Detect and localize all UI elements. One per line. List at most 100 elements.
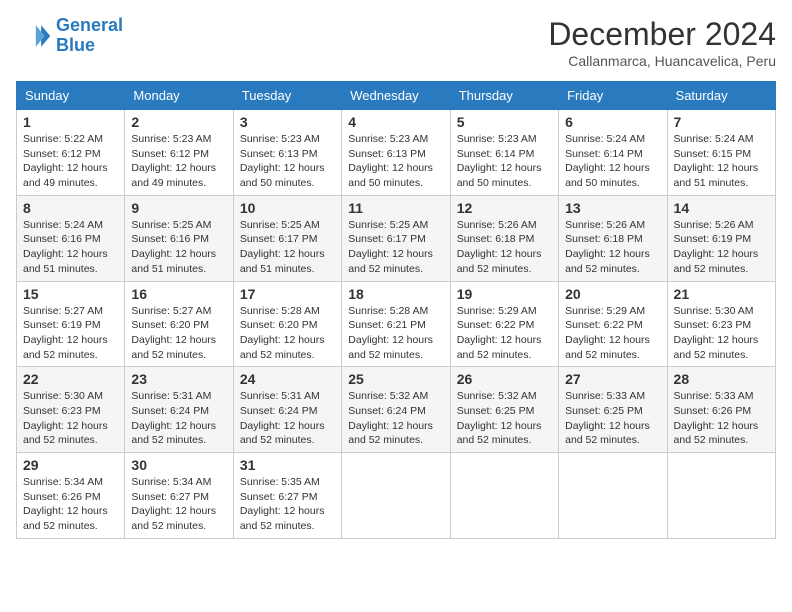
- day-info: Sunrise: 5:23 AM Sunset: 6:12 PM Dayligh…: [131, 132, 226, 191]
- day-info: Sunrise: 5:29 AM Sunset: 6:22 PM Dayligh…: [565, 304, 660, 363]
- day-info: Sunrise: 5:33 AM Sunset: 6:26 PM Dayligh…: [674, 389, 769, 448]
- calendar-cell: 14 Sunrise: 5:26 AM Sunset: 6:19 PM Dayli…: [667, 195, 775, 281]
- calendar-cell: 4 Sunrise: 5:23 AM Sunset: 6:13 PM Daylig…: [342, 110, 450, 196]
- day-info: Sunrise: 5:32 AM Sunset: 6:24 PM Dayligh…: [348, 389, 443, 448]
- calendar-cell: 25 Sunrise: 5:32 AM Sunset: 6:24 PM Dayli…: [342, 367, 450, 453]
- weekday-header: Saturday: [667, 82, 775, 110]
- day-info: Sunrise: 5:31 AM Sunset: 6:24 PM Dayligh…: [240, 389, 335, 448]
- calendar-cell: 26 Sunrise: 5:32 AM Sunset: 6:25 PM Dayli…: [450, 367, 558, 453]
- calendar-cell: 2 Sunrise: 5:23 AM Sunset: 6:12 PM Daylig…: [125, 110, 233, 196]
- day-number: 14: [674, 200, 769, 216]
- calendar-cell: [667, 453, 775, 539]
- calendar-cell: 8Sunrise: 5:24 AM Sunset: 6:16 PM Daylig…: [17, 195, 125, 281]
- calendar-cell: 27 Sunrise: 5:33 AM Sunset: 6:25 PM Dayli…: [559, 367, 667, 453]
- day-number: 12: [457, 200, 552, 216]
- logo-line1: General: [56, 15, 123, 35]
- day-number: 19: [457, 286, 552, 302]
- day-number: 4: [348, 114, 443, 130]
- day-number: 28: [674, 371, 769, 387]
- day-info: Sunrise: 5:26 AM Sunset: 6:18 PM Dayligh…: [457, 218, 552, 277]
- weekday-header: Sunday: [17, 82, 125, 110]
- calendar-week-row: 8Sunrise: 5:24 AM Sunset: 6:16 PM Daylig…: [17, 195, 776, 281]
- day-number: 23: [131, 371, 226, 387]
- title-block: December 2024 Callanmarca, Huancavelica,…: [548, 16, 776, 69]
- calendar-cell: 21 Sunrise: 5:30 AM Sunset: 6:23 PM Dayli…: [667, 281, 775, 367]
- calendar-cell: [559, 453, 667, 539]
- day-info: Sunrise: 5:25 AM Sunset: 6:16 PM Dayligh…: [131, 218, 226, 277]
- day-number: 2: [131, 114, 226, 130]
- calendar-cell: 13 Sunrise: 5:26 AM Sunset: 6:18 PM Dayli…: [559, 195, 667, 281]
- location: Callanmarca, Huancavelica, Peru: [548, 53, 776, 69]
- calendar-cell: 22 Sunrise: 5:30 AM Sunset: 6:23 PM Dayli…: [17, 367, 125, 453]
- day-number: 5: [457, 114, 552, 130]
- weekday-header: Thursday: [450, 82, 558, 110]
- calendar-cell: 6 Sunrise: 5:24 AM Sunset: 6:14 PM Daylig…: [559, 110, 667, 196]
- day-number: 16: [131, 286, 226, 302]
- calendar-cell: [342, 453, 450, 539]
- day-info: Sunrise: 5:25 AM Sunset: 6:17 PM Dayligh…: [240, 218, 335, 277]
- logo-line2: Blue: [56, 35, 95, 55]
- day-info: Sunrise: 5:30 AM Sunset: 6:23 PM Dayligh…: [23, 389, 118, 448]
- logo-icon: [16, 18, 52, 54]
- calendar-cell: 19 Sunrise: 5:29 AM Sunset: 6:22 PM Dayli…: [450, 281, 558, 367]
- calendar-table: SundayMondayTuesdayWednesdayThursdayFrid…: [16, 81, 776, 539]
- day-info: Sunrise: 5:24 AM Sunset: 6:14 PM Dayligh…: [565, 132, 660, 191]
- day-info: Sunrise: 5:23 AM Sunset: 6:14 PM Dayligh…: [457, 132, 552, 191]
- calendar-week-row: 22 Sunrise: 5:30 AM Sunset: 6:23 PM Dayli…: [17, 367, 776, 453]
- calendar-cell: 20Sunrise: 5:29 AM Sunset: 6:22 PM Dayli…: [559, 281, 667, 367]
- day-number: 27: [565, 371, 660, 387]
- day-info: Sunrise: 5:23 AM Sunset: 6:13 PM Dayligh…: [348, 132, 443, 191]
- day-info: Sunrise: 5:30 AM Sunset: 6:23 PM Dayligh…: [674, 304, 769, 363]
- calendar-cell: 15Sunrise: 5:27 AM Sunset: 6:19 PM Dayli…: [17, 281, 125, 367]
- calendar-cell: 7Sunrise: 5:24 AM Sunset: 6:15 PM Daylig…: [667, 110, 775, 196]
- day-number: 25: [348, 371, 443, 387]
- day-info: Sunrise: 5:33 AM Sunset: 6:25 PM Dayligh…: [565, 389, 660, 448]
- day-info: Sunrise: 5:26 AM Sunset: 6:18 PM Dayligh…: [565, 218, 660, 277]
- calendar-cell: 12 Sunrise: 5:26 AM Sunset: 6:18 PM Dayli…: [450, 195, 558, 281]
- calendar-cell: 3 Sunrise: 5:23 AM Sunset: 6:13 PM Daylig…: [233, 110, 341, 196]
- day-info: Sunrise: 5:29 AM Sunset: 6:22 PM Dayligh…: [457, 304, 552, 363]
- day-info: Sunrise: 5:28 AM Sunset: 6:21 PM Dayligh…: [348, 304, 443, 363]
- day-number: 15: [23, 286, 118, 302]
- day-number: 24: [240, 371, 335, 387]
- weekday-header: Wednesday: [342, 82, 450, 110]
- weekday-row: SundayMondayTuesdayWednesdayThursdayFrid…: [17, 82, 776, 110]
- calendar-cell: 5 Sunrise: 5:23 AM Sunset: 6:14 PM Daylig…: [450, 110, 558, 196]
- day-info: Sunrise: 5:26 AM Sunset: 6:19 PM Dayligh…: [674, 218, 769, 277]
- calendar-cell: 1 Sunrise: 5:22 AM Sunset: 6:12 PM Daylig…: [17, 110, 125, 196]
- day-number: 17: [240, 286, 335, 302]
- day-info: Sunrise: 5:34 AM Sunset: 6:26 PM Dayligh…: [23, 475, 118, 534]
- day-number: 22: [23, 371, 118, 387]
- day-number: 1: [23, 114, 118, 130]
- day-number: 11: [348, 200, 443, 216]
- month-title: December 2024: [548, 16, 776, 53]
- calendar-cell: 18Sunrise: 5:28 AM Sunset: 6:21 PM Dayli…: [342, 281, 450, 367]
- page-container: General Blue December 2024 Callanmarca, …: [16, 16, 776, 539]
- day-number: 30: [131, 457, 226, 473]
- calendar-cell: 28 Sunrise: 5:33 AM Sunset: 6:26 PM Dayli…: [667, 367, 775, 453]
- day-info: Sunrise: 5:34 AM Sunset: 6:27 PM Dayligh…: [131, 475, 226, 534]
- calendar-week-row: 29Sunrise: 5:34 AM Sunset: 6:26 PM Dayli…: [17, 453, 776, 539]
- day-number: 8: [23, 200, 118, 216]
- day-number: 26: [457, 371, 552, 387]
- calendar-cell: 16Sunrise: 5:27 AM Sunset: 6:20 PM Dayli…: [125, 281, 233, 367]
- day-number: 9: [131, 200, 226, 216]
- page-header: General Blue December 2024 Callanmarca, …: [16, 16, 776, 69]
- calendar-cell: 29Sunrise: 5:34 AM Sunset: 6:26 PM Dayli…: [17, 453, 125, 539]
- day-info: Sunrise: 5:31 AM Sunset: 6:24 PM Dayligh…: [131, 389, 226, 448]
- calendar-cell: 9 Sunrise: 5:25 AM Sunset: 6:16 PM Daylig…: [125, 195, 233, 281]
- logo: General Blue: [16, 16, 123, 56]
- day-info: Sunrise: 5:22 AM Sunset: 6:12 PM Dayligh…: [23, 132, 118, 191]
- day-number: 3: [240, 114, 335, 130]
- calendar-cell: 31Sunrise: 5:35 AM Sunset: 6:27 PM Dayli…: [233, 453, 341, 539]
- day-number: 6: [565, 114, 660, 130]
- day-number: 13: [565, 200, 660, 216]
- weekday-header: Friday: [559, 82, 667, 110]
- calendar-cell: 24 Sunrise: 5:31 AM Sunset: 6:24 PM Dayli…: [233, 367, 341, 453]
- calendar-body: 1 Sunrise: 5:22 AM Sunset: 6:12 PM Daylig…: [17, 110, 776, 539]
- calendar-cell: 10Sunrise: 5:25 AM Sunset: 6:17 PM Dayli…: [233, 195, 341, 281]
- day-info: Sunrise: 5:23 AM Sunset: 6:13 PM Dayligh…: [240, 132, 335, 191]
- day-number: 7: [674, 114, 769, 130]
- day-number: 21: [674, 286, 769, 302]
- day-info: Sunrise: 5:32 AM Sunset: 6:25 PM Dayligh…: [457, 389, 552, 448]
